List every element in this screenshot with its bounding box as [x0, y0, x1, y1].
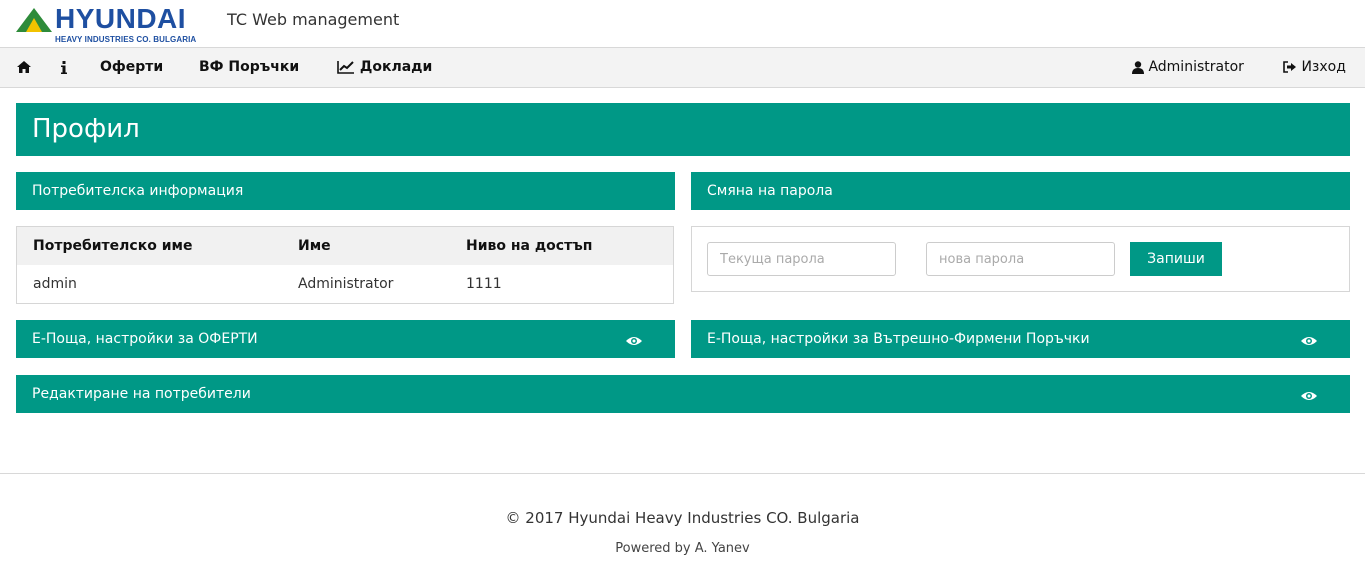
current-password-input[interactable]	[707, 242, 896, 276]
footer-copyright: © 2017 Hyundai Heavy Industries CO. Bulg…	[505, 509, 860, 527]
page-title: Профил	[16, 103, 1350, 156]
eye-icon[interactable]	[1300, 390, 1318, 402]
column-header-access-level: Ниво на достъп	[466, 238, 593, 254]
new-password-input[interactable]	[926, 242, 1115, 276]
logo-triangle-icon	[16, 8, 52, 32]
eye-icon[interactable]	[1300, 335, 1318, 347]
edit-users-section[interactable]: Редактиране на потребители	[16, 375, 1350, 413]
logo-subtext: HEAVY INDUSTRIES CO. BULGARIA	[55, 35, 197, 44]
eye-icon[interactable]	[625, 335, 643, 347]
cell-name: Administrator	[298, 276, 394, 292]
cell-access-level: 1111	[466, 276, 502, 292]
nav-user[interactable]: Administrator	[1132, 48, 1244, 87]
info-icon	[61, 60, 67, 74]
change-password-heading: Смяна на парола	[691, 172, 1350, 210]
email-offers-section[interactable]: Е-Поща, настройки за ОФЕРТИ	[16, 320, 675, 358]
email-offers-heading: Е-Поща, настройки за ОФЕРТИ	[32, 331, 258, 347]
app-title: TC Web management	[227, 10, 400, 29]
nav-home[interactable]	[17, 48, 31, 87]
edit-users-heading: Редактиране на потребители	[32, 386, 251, 402]
nav-orders[interactable]: ВФ Поръчки	[199, 48, 299, 87]
user-info-table: Потребителско име Име Ниво на достъп adm…	[16, 226, 674, 304]
email-orders-section[interactable]: Е-Поща, настройки за Вътрешно-Фирмени По…	[691, 320, 1350, 358]
home-icon	[17, 61, 31, 73]
logout-icon	[1283, 61, 1296, 73]
footer-divider	[0, 473, 1365, 474]
column-header-username: Потребителско име	[33, 238, 193, 254]
nav-logout[interactable]: Изход	[1283, 48, 1346, 87]
save-password-button[interactable]: Запиши	[1130, 242, 1222, 276]
footer-powered-by: Powered by A. Yanev	[615, 541, 750, 556]
column-header-name: Име	[298, 238, 331, 254]
user-icon	[1132, 60, 1144, 74]
change-password-form: Запиши	[691, 226, 1350, 292]
company-logo[interactable]: HYUNDAI HEAVY INDUSTRIES CO. BULGARIA	[16, 3, 212, 46]
cell-username: admin	[33, 276, 77, 292]
user-info-heading: Потребителска информация	[16, 172, 675, 210]
nav-info[interactable]	[61, 48, 67, 87]
email-orders-heading: Е-Поща, настройки за Вътрешно-Фирмени По…	[707, 331, 1090, 347]
nav-logout-label: Изход	[1301, 59, 1346, 75]
logo-wordmark: HYUNDAI	[55, 3, 187, 34]
table-header-row: Потребителско име Име Ниво на достъп	[17, 227, 673, 265]
nav-reports-label: Доклади	[359, 59, 433, 75]
top-header: HYUNDAI HEAVY INDUSTRIES CO. BULGARIA TC…	[0, 0, 1365, 47]
nav-user-label: Administrator	[1148, 59, 1244, 75]
main-navbar: Оферти ВФ Поръчки Доклади Administrator …	[0, 47, 1365, 88]
nav-reports[interactable]: Доклади	[337, 48, 432, 87]
nav-offers[interactable]: Оферти	[100, 48, 163, 87]
line-chart-icon	[337, 61, 354, 74]
